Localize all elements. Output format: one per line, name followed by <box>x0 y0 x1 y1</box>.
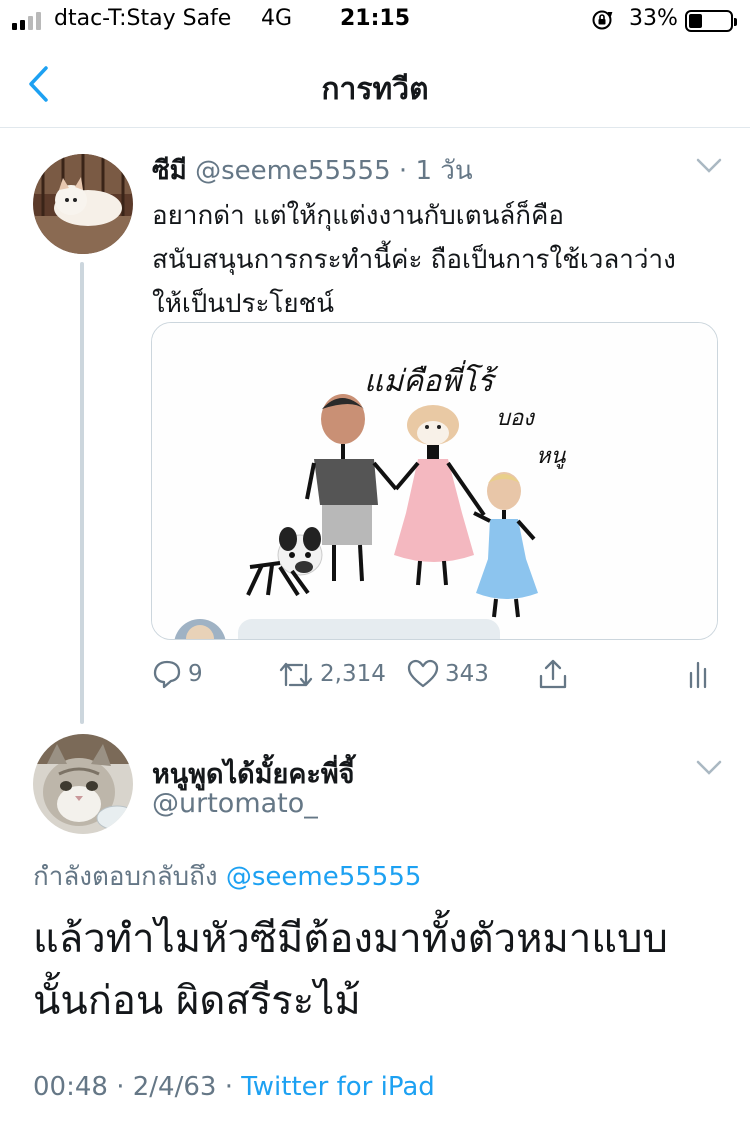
handwritten-caption: บอง <box>496 406 536 431</box>
tweet-text-line: อยากด่า แต่ให้กุแต่งงานกับเตนล์ก็คือ <box>152 201 565 231</box>
like-button[interactable]: 343 <box>407 652 489 696</box>
tweet-time: 1 วัน <box>415 156 473 186</box>
reply-text-line: แล้วทำไมหัวซีมีต้องมาทั้งตัวหมาแบบ <box>33 916 668 962</box>
analytics-icon <box>689 661 707 689</box>
reply-count: 9 <box>188 661 203 687</box>
tweet-timestamp: 00:48 <box>33 1072 108 1102</box>
tweet-actions: 9 2,314 343 <box>0 652 750 696</box>
separator: · <box>116 1072 125 1102</box>
reply-icon <box>153 660 181 689</box>
like-count: 343 <box>445 661 489 687</box>
handwritten-caption: หนู <box>536 444 567 469</box>
status-bar: dtac-T:Stay Safe 4G 21:15 33% <box>0 0 750 40</box>
analytics-button[interactable] <box>688 652 712 696</box>
tweet-source[interactable]: Twitter for iPad <box>241 1072 435 1102</box>
heart-icon <box>407 659 439 688</box>
author-name[interactable]: ซีมี <box>152 156 187 186</box>
chevron-down-icon[interactable] <box>696 158 722 174</box>
reply-text-line: นั้นก่อน ผิดสรีระไม้ <box>33 978 361 1024</box>
reply-text: แล้วทำไมหัวซีมีต้องมาทั้งตัวหมาแบบ นั้นก… <box>33 908 733 1032</box>
tweet-text-line: ให้เป็นประโยชน์ <box>152 289 335 319</box>
share-button[interactable] <box>537 652 569 696</box>
battery-icon <box>685 10 737 32</box>
separator: · <box>224 1072 233 1102</box>
replying-to: กำลังตอบกลับถึง @seeme55555 <box>33 856 421 897</box>
replying-prefix: กำลังตอบกลับถึง <box>33 862 218 892</box>
retweet-count: 2,314 <box>320 661 386 687</box>
page-title: การทวีต <box>321 72 429 107</box>
tweet-media-image[interactable]: แม่คือพี่โร้ บอง หนู <box>151 322 718 640</box>
battery-level <box>689 14 702 28</box>
retweet-button[interactable]: 2,314 <box>278 652 386 696</box>
avatar[interactable] <box>33 154 133 254</box>
tweet-meta: 00:48 · 2/4/63 · Twitter for iPad <box>33 1072 435 1102</box>
tweet-text: อยากด่า แต่ให้กุแต่งงานกับเตนล์ก็คือ สนั… <box>152 194 722 326</box>
battery-percentage: 33% <box>629 6 678 31</box>
share-icon <box>539 659 567 689</box>
tweet-header: ซีมี @seeme55555 · 1 วัน <box>152 150 473 191</box>
reply-button[interactable]: 9 <box>152 652 203 696</box>
chevron-down-icon[interactable] <box>696 760 722 776</box>
author-handle[interactable]: @urtomato_ <box>152 788 318 819</box>
tweet-text-line: สนับสนุนการกระทำนี้ค่ะ ถือเป็นการใช้เวลา… <box>152 245 676 275</box>
replying-to-handle[interactable]: @seeme55555 <box>226 862 422 892</box>
rotation-lock-icon <box>592 10 613 30</box>
retweet-icon <box>279 662 313 687</box>
tweet-date: 2/4/63 <box>132 1072 217 1102</box>
separator: · <box>398 156 408 186</box>
author-handle[interactable]: @seeme55555 <box>195 156 391 186</box>
nav-bar: chevron-left-icon การทวีต <box>0 40 750 128</box>
avatar[interactable] <box>33 734 133 834</box>
handwritten-caption: แม่คือพี่โร้ <box>364 360 499 399</box>
